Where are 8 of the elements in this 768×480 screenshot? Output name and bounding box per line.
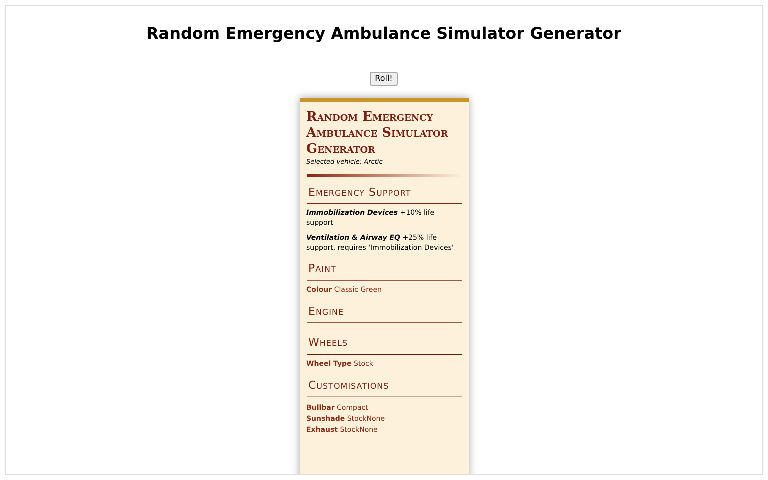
section-heading: Engine: [306, 304, 462, 324]
section-heading: Emergency Support: [306, 184, 462, 204]
roll-button[interactable]: Roll!: [370, 72, 398, 86]
section-heading: Paint: [306, 261, 462, 281]
page-title: Random Emergency Ambulance Simulator Generator: [146, 23, 622, 45]
section-heading: Wheels: [306, 335, 462, 355]
section-heading: Customisations: [306, 378, 462, 398]
sheet-title: Random Emergency Ambulance Simulator Generator: [306, 110, 450, 158]
